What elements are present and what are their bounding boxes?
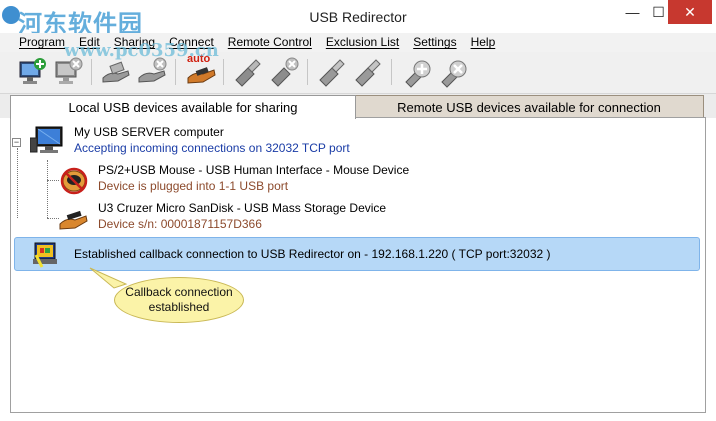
tab-local-devices[interactable]: Local USB devices available for sharing — [10, 95, 356, 119]
server-status: Accepting incoming connections on 32032 … — [74, 141, 350, 155]
disconnect-device-button[interactable] — [268, 56, 300, 88]
mouse-device-icon — [60, 167, 88, 195]
device-name[interactable]: U3 Cruzer Micro SanDisk - USB Mass Stora… — [98, 201, 386, 215]
usb-plug-icon — [235, 59, 261, 87]
callout-tail — [89, 267, 128, 289]
toolbar-separator — [175, 59, 176, 85]
device-status: Device is plugged into 1-1 USB port — [98, 179, 289, 193]
storage-device-icon — [59, 210, 88, 230]
usb-unplug-icon — [271, 57, 299, 87]
device-status: Device s/n: 00001871157D366 — [98, 217, 262, 231]
callback-connection-icon — [33, 242, 57, 268]
remote-unplug-icon — [355, 59, 381, 87]
title-bar: 河东软件园 USB Redirector — ☐ ✕ — [0, 0, 716, 38]
toolbar-separator — [223, 59, 224, 85]
menu-remote-control[interactable]: Remote Control — [221, 33, 319, 52]
add-callback-icon — [405, 60, 431, 88]
server-name[interactable]: My USB SERVER computer — [74, 125, 224, 139]
close-button[interactable]: ✕ — [668, 0, 712, 24]
window-title: USB Redirector — [309, 9, 407, 25]
remote-plug-icon — [319, 59, 345, 87]
remove-callback-button[interactable] — [438, 56, 470, 88]
device-name[interactable]: PS/2+USB Mouse - USB Human Interface - M… — [98, 163, 409, 177]
tree-expander[interactable]: − — [12, 138, 21, 147]
connect-remote-button[interactable] — [316, 56, 348, 88]
add-computer-icon — [19, 58, 46, 84]
menu-settings[interactable]: Settings — [406, 33, 463, 52]
add-server-button[interactable] — [16, 56, 48, 88]
server-computer-icon — [30, 126, 63, 153]
menu-program[interactable]: Program — [12, 33, 72, 52]
connect-device-button[interactable] — [232, 56, 264, 88]
menu-help[interactable]: Help — [464, 33, 503, 52]
toolbar-separator — [307, 59, 308, 85]
add-callback-button[interactable] — [402, 56, 434, 88]
toolbar-separator — [91, 59, 92, 85]
tab-remote-devices[interactable]: Remote USB devices available for connect… — [354, 95, 704, 118]
menu-exclusion-list[interactable]: Exclusion List — [319, 33, 406, 52]
callback-connection-text: Established callback connection to USB R… — [74, 247, 551, 261]
tree-connector — [17, 148, 18, 218]
disconnect-remote-button[interactable] — [352, 56, 384, 88]
callout-line-1: Callback connection — [125, 285, 233, 299]
watermark-url: www.pc0359.cn — [64, 40, 219, 61]
callout-line-2: established — [148, 300, 210, 314]
callout-bubble: Callback connection established — [114, 277, 244, 323]
toolbar-separator — [391, 59, 392, 85]
remove-callback-icon — [441, 60, 467, 88]
tab-strip: Local USB devices available for sharing … — [0, 94, 716, 119]
tree-connector — [47, 160, 48, 218]
